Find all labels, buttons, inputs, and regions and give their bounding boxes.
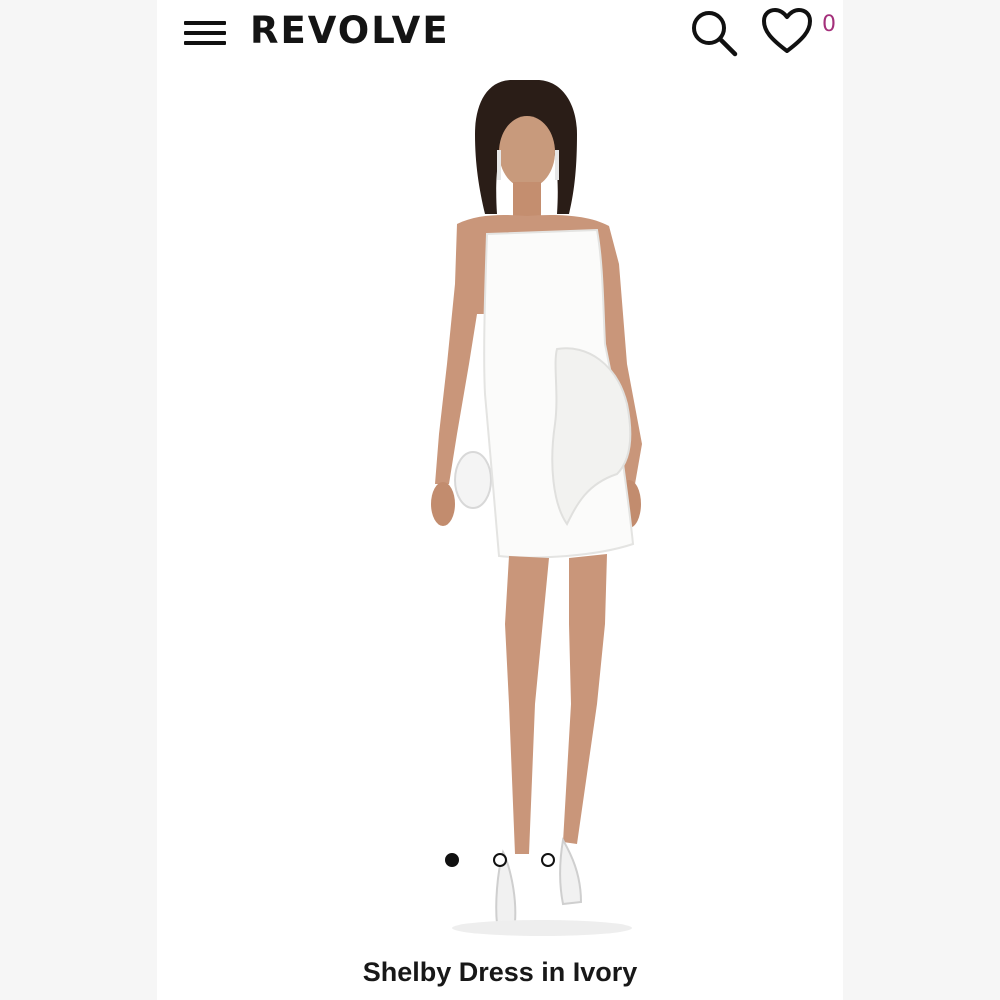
right-margin <box>843 0 1000 1000</box>
product-title: Shelby Dress in Ivory <box>362 957 638 987</box>
product-image[interactable] <box>157 64 843 944</box>
brand-logo[interactable]: REVOLVE <box>250 9 450 52</box>
carousel-dot-3[interactable] <box>541 853 555 867</box>
mobile-screen: REVOLVE 0 Shelby Dress in Ivory <box>157 0 843 1000</box>
search-icon[interactable] <box>687 6 739 58</box>
left-margin <box>0 0 157 1000</box>
header-bar: REVOLVE 0 <box>157 0 843 64</box>
carousel-dot-1[interactable] <box>445 853 459 867</box>
model-illustration <box>431 80 642 936</box>
carousel-dot-2[interactable] <box>493 853 507 867</box>
wishlist-count: 0 <box>822 12 836 37</box>
hamburger-menu-icon[interactable] <box>184 19 226 47</box>
heart-icon[interactable] <box>761 7 813 55</box>
carousel-indicators <box>445 853 555 867</box>
